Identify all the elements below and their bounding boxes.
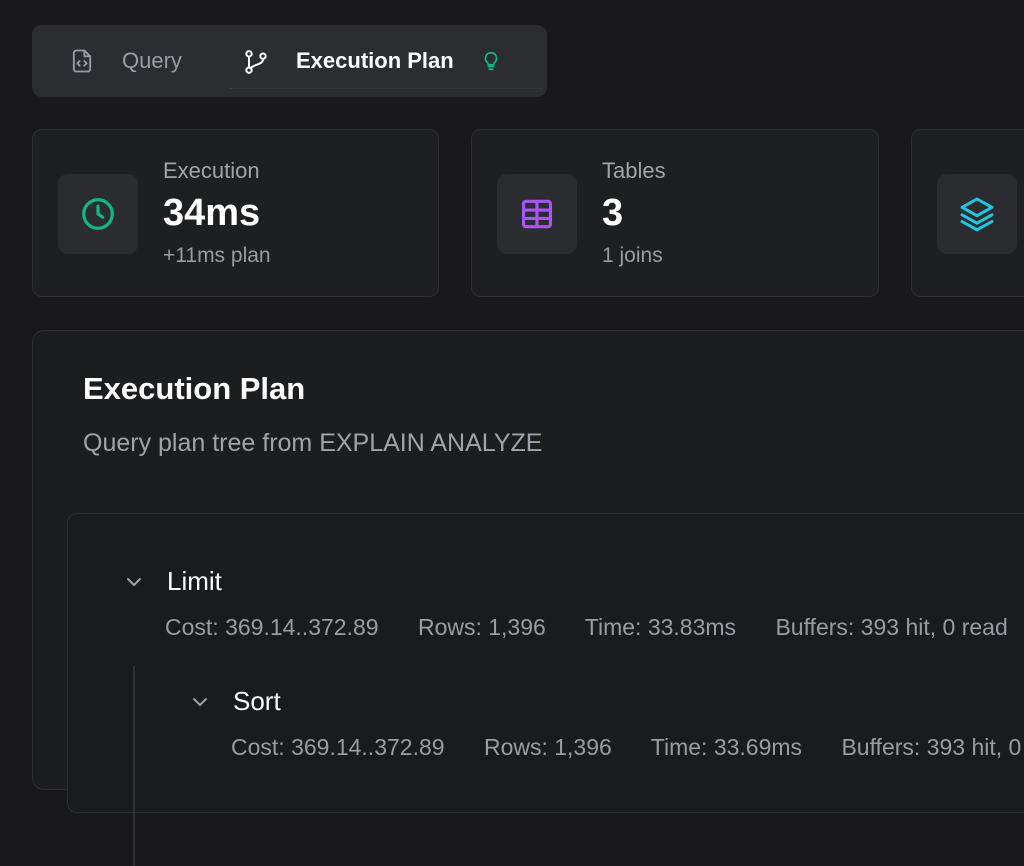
- panel-title: Execution Plan: [83, 371, 306, 406]
- git-branch-icon: [242, 47, 270, 75]
- tab-query-label: Query: [122, 48, 182, 73]
- plan-node-limit[interactable]: Limit: [122, 566, 222, 597]
- stat-label: Tables: [602, 158, 666, 183]
- stat-card-layers: [911, 129, 1024, 297]
- metric-buffers: Buffers: 393 hit, 0 read: [775, 614, 1008, 640]
- panel-description: Query plan tree from EXPLAIN ANALYZE: [83, 429, 543, 457]
- lightbulb-icon[interactable]: [480, 49, 502, 73]
- stat-card-execution: Execution 34ms +11ms plan: [32, 129, 439, 297]
- tab-bar: Query Execution Plan: [32, 25, 547, 97]
- code-file-icon: [68, 47, 96, 75]
- clock-icon: [58, 174, 138, 254]
- plan-node-name: Limit: [167, 566, 222, 596]
- plan-tree: Limit Cost: 369.14..372.89 Rows: 1,396 T…: [67, 513, 1024, 866]
- stat-label: Execution: [163, 158, 260, 183]
- stat-sub: 1 joins: [602, 244, 663, 267]
- plan-node-sort[interactable]: Sort: [188, 686, 281, 717]
- metric-buffers: Buffers: 393 hit, 0 read: [841, 734, 1024, 760]
- stat-card-tables: Tables 3 1 joins: [471, 129, 879, 297]
- stat-sub: +11ms plan: [163, 244, 271, 267]
- table-icon: [497, 174, 577, 254]
- tab-execution-plan-label: Execution Plan: [296, 48, 454, 73]
- tab-execution-plan[interactable]: Execution Plan: [230, 25, 542, 97]
- metric-rows: Rows: 1,396: [483, 734, 612, 760]
- metric-time: Time: 33.69ms: [650, 734, 803, 760]
- metric-cost: Cost: 369.14..372.89: [165, 614, 379, 640]
- metric-rows: Rows: 1,396: [417, 614, 546, 640]
- stat-value: 34ms: [163, 192, 261, 234]
- chevron-down-icon[interactable]: [188, 690, 212, 714]
- metric-cost: Cost: 369.14..372.89: [231, 734, 445, 760]
- chevron-down-icon[interactable]: [122, 570, 146, 594]
- execution-plan-panel: Execution Plan Query plan tree from EXPL…: [32, 330, 1024, 866]
- plan-node-metrics: Cost: 369.14..372.89 Rows: 1,396 Time: 3…: [165, 614, 1024, 641]
- layers-icon: [937, 174, 1017, 254]
- plan-node-name: Sort: [233, 686, 281, 716]
- metric-time: Time: 33.83ms: [584, 614, 737, 640]
- stat-value: 3: [602, 192, 624, 234]
- plan-node-metrics: Cost: 369.14..372.89 Rows: 1,396 Time: 3…: [231, 734, 1024, 761]
- tree-guide-line: [133, 666, 135, 866]
- tab-query[interactable]: Query: [68, 25, 182, 97]
